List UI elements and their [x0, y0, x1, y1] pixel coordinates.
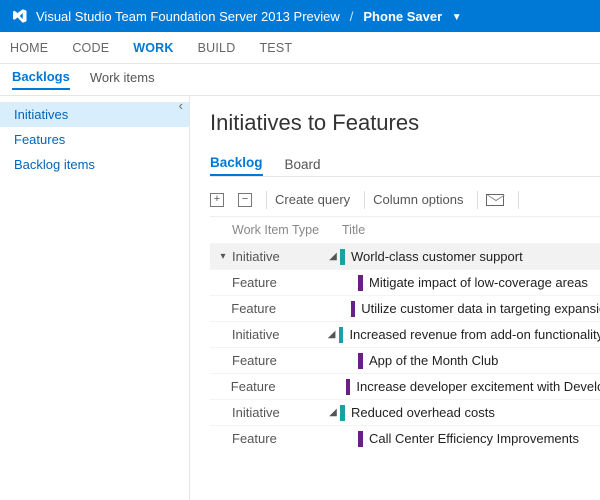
table-row[interactable]: Feature Call Center Efficiency Improvemen… — [210, 425, 600, 451]
tree-toggle-icon[interactable]: ◢ — [326, 407, 340, 418]
create-query-button[interactable]: Create query — [275, 192, 350, 207]
work-item-title[interactable]: World-class customer support — [351, 249, 523, 264]
tab-build[interactable]: BUILD — [198, 41, 236, 55]
sidebar-collapse-icon[interactable]: ‹ — [179, 98, 183, 113]
work-item-type: Initiative — [230, 405, 326, 420]
table-row[interactable]: Initiative◢ Increased revenue from add-on… — [210, 321, 600, 347]
toolbar-divider — [477, 191, 478, 209]
work-item-title[interactable]: Utilize customer data in targeting expan… — [361, 301, 600, 316]
feature-color-bar — [346, 379, 351, 395]
work-item-type: Feature — [229, 301, 320, 316]
feature-color-bar — [351, 301, 356, 317]
work-item-title[interactable]: App of the Month Club — [369, 353, 498, 368]
view-tabs: Backlog Board — [210, 150, 600, 176]
row-expand-icon[interactable]: ▾ — [216, 251, 230, 262]
initiative-color-bar — [339, 327, 344, 343]
tab-code[interactable]: CODE — [72, 41, 109, 55]
sidebar-item-features[interactable]: Features — [0, 127, 189, 152]
toolbar-divider — [518, 191, 519, 209]
project-picker[interactable]: Phone Saver ▼ — [363, 9, 461, 24]
body: ‹ Initiatives Features Backlog items Ini… — [0, 96, 600, 500]
work-item-type: Feature — [229, 379, 317, 394]
feature-color-bar — [358, 431, 363, 447]
sidebar-item-initiatives[interactable]: Initiatives — [0, 102, 189, 127]
tab-home[interactable]: HOME — [10, 41, 48, 55]
page-title: Initiatives to Features — [210, 110, 600, 136]
tab-work-items[interactable]: Work items — [90, 70, 155, 89]
plus-icon: + — [210, 193, 224, 207]
col-header-type[interactable]: Work Item Type — [232, 223, 342, 237]
table-row[interactable]: Feature Utilize customer data in targetin… — [210, 295, 600, 321]
email-button[interactable] — [486, 194, 504, 206]
feature-color-bar — [358, 275, 363, 291]
tree-toggle-icon[interactable]: ◢ — [325, 329, 339, 340]
grid-body: ▾Initiative◢World-class customer support… — [210, 243, 600, 451]
sidebar-item-backlog-items[interactable]: Backlog items — [0, 152, 189, 177]
toolbar: + − Create query Column options — [210, 176, 600, 216]
main: Initiatives to Features Backlog Board + … — [190, 96, 600, 500]
toolbar-divider — [266, 191, 267, 209]
tab-work[interactable]: WORK — [133, 41, 173, 55]
breadcrumb-separator: / — [350, 9, 354, 24]
tree-toggle-icon[interactable]: ◢ — [326, 251, 340, 262]
feature-color-bar — [358, 353, 363, 369]
minus-icon: − — [238, 193, 252, 207]
work-item-type: Feature — [230, 275, 326, 290]
tab-backlog-view[interactable]: Backlog — [210, 155, 263, 176]
nav-primary: HOME CODE WORK BUILD TEST — [0, 32, 600, 64]
work-item-title[interactable]: Increase developer excitement with Devel… — [356, 379, 600, 394]
initiative-color-bar — [340, 405, 345, 421]
work-item-title[interactable]: Mitigate impact of low-coverage areas — [369, 275, 588, 290]
mail-icon — [486, 194, 504, 206]
table-row[interactable]: Feature Increase developer excitement wit… — [210, 373, 600, 399]
table-row[interactable]: Feature Mitigate impact of low-coverage a… — [210, 269, 600, 295]
table-row[interactable]: Feature App of the Month Club — [210, 347, 600, 373]
tab-board-view[interactable]: Board — [285, 157, 321, 176]
chevron-down-icon: ▼ — [452, 12, 462, 23]
work-item-type: Initiative — [230, 249, 326, 264]
work-item-type: Feature — [230, 353, 326, 368]
collapse-all-button[interactable]: − — [238, 193, 252, 207]
nav-secondary: Backlogs Work items — [0, 64, 600, 96]
toolbar-divider — [364, 191, 365, 209]
work-item-type: Initiative — [230, 327, 325, 342]
tab-test[interactable]: TEST — [259, 41, 292, 55]
project-name: Phone Saver — [363, 9, 442, 24]
table-row[interactable]: ▾Initiative◢ World-class customer support — [210, 243, 600, 269]
column-options-button[interactable]: Column options — [373, 192, 463, 207]
visual-studio-icon — [10, 7, 28, 25]
work-item-title[interactable]: Reduced overhead costs — [351, 405, 495, 420]
work-item-type: Feature — [230, 431, 326, 446]
app-header: Visual Studio Team Foundation Server 201… — [0, 0, 600, 32]
product-name: Visual Studio Team Foundation Server 201… — [36, 9, 340, 24]
work-item-title[interactable]: Increased revenue from add-on functional… — [349, 327, 600, 342]
table-row[interactable]: Initiative◢ Reduced overhead costs — [210, 399, 600, 425]
grid-header: Work Item Type Title — [210, 216, 600, 243]
add-item-button[interactable]: + — [210, 193, 224, 207]
initiative-color-bar — [340, 249, 345, 265]
sidebar: ‹ Initiatives Features Backlog items — [0, 96, 190, 500]
work-item-title[interactable]: Call Center Efficiency Improvements — [369, 431, 579, 446]
col-header-title[interactable]: Title — [342, 223, 600, 237]
tab-backlogs[interactable]: Backlogs — [12, 69, 70, 90]
